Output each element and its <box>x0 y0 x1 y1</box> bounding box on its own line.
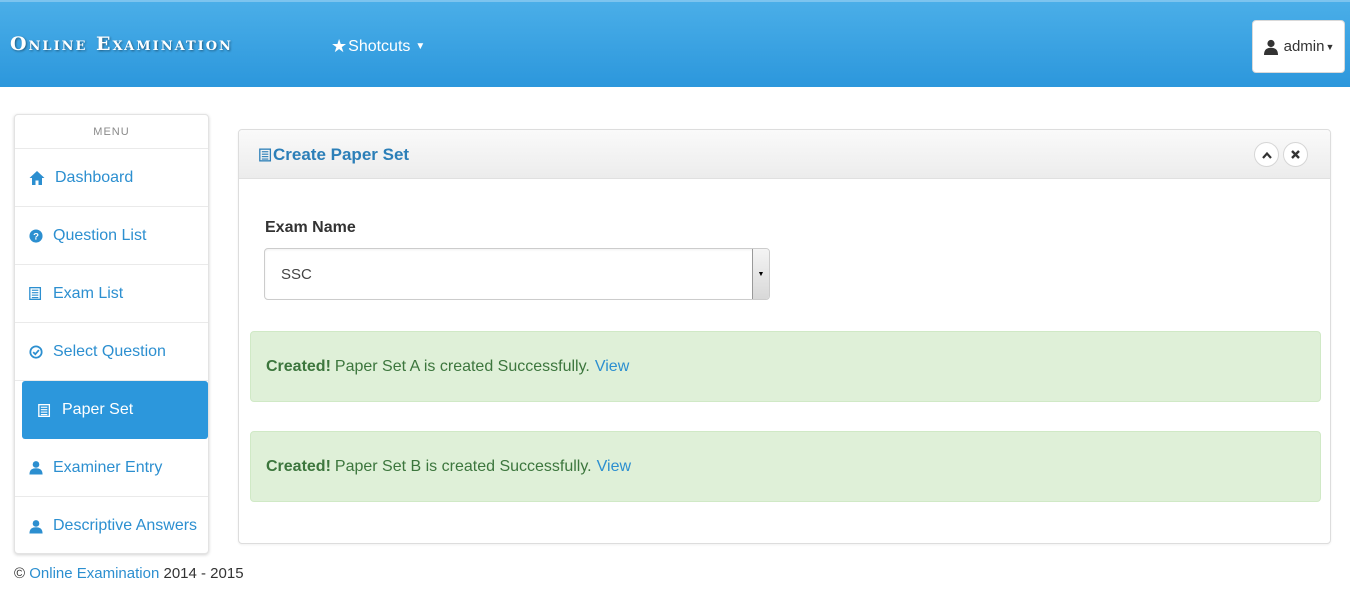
user-icon <box>29 461 43 475</box>
success-alert-b: Created! Paper Set B is created Successf… <box>250 431 1321 502</box>
exam-name-label: Exam Name <box>265 219 356 236</box>
check-circle-icon <box>29 344 43 359</box>
exam-name-select[interactable]: SSC ▼ <box>264 248 770 300</box>
app-brand[interactable]: Online Examination <box>10 33 233 55</box>
star-icon: ★ <box>331 36 348 56</box>
list-document-icon <box>38 403 51 417</box>
user-icon <box>1263 39 1278 55</box>
sidebar-item-examiner-entry[interactable]: Examiner Entry <box>15 439 208 497</box>
caret-down-icon: ▼ <box>1325 41 1335 52</box>
caret-down-icon: ▼ <box>415 41 426 52</box>
sidebar-item-exam-list[interactable]: Exam List <box>15 265 208 323</box>
panel-header: Create Paper Set <box>239 130 1330 179</box>
svg-text:?: ? <box>33 231 39 242</box>
panel-title-text: Create Paper Set <box>273 145 410 164</box>
sidebar-item-label: Question List <box>53 226 147 244</box>
footer-link[interactable]: Online Examination <box>29 565 159 582</box>
copyright-symbol: © <box>14 565 26 582</box>
sidebar-item-descriptive-answers[interactable]: Descriptive Answers <box>15 497 208 555</box>
alert-message: Paper Set B is created Successfully. <box>334 457 592 475</box>
sidebar-item-dashboard[interactable]: Dashboard <box>15 149 208 207</box>
chevron-up-icon <box>1261 151 1272 159</box>
user-icon <box>29 519 43 533</box>
create-paper-set-panel: Create Paper Set Exam Name SSC ▼ Created… <box>238 129 1331 544</box>
success-alert-a: Created! Paper Set A is created Successf… <box>250 331 1321 402</box>
user-menu-button[interactable]: admin ▼ <box>1252 20 1345 73</box>
list-document-icon <box>259 148 272 162</box>
list-document-icon <box>29 287 42 300</box>
sidebar-item-select-question[interactable]: Select Question <box>15 323 208 381</box>
close-icon <box>1291 150 1300 159</box>
question-circle-icon: ? <box>29 228 43 243</box>
shortcuts-dropdown[interactable]: ★ Shotcuts ▼ <box>331 36 425 57</box>
sidebar-item-label: Exam List <box>53 284 124 302</box>
sidebar-item-paper-set[interactable]: Paper Set <box>22 381 208 439</box>
sidebar-item-label: Examiner Entry <box>53 458 163 476</box>
sidebar-menu: MENU Dashboard ? Question List Exam List… <box>14 114 209 554</box>
alert-message: Paper Set A is created Successfully. <box>334 357 590 375</box>
home-icon <box>29 170 45 185</box>
sidebar-item-question-list[interactable]: ? Question List <box>15 207 208 265</box>
user-label: admin <box>1283 38 1325 55</box>
close-button[interactable] <box>1283 142 1308 167</box>
panel-title: Create Paper Set <box>259 145 409 165</box>
menu-header: MENU <box>15 115 208 149</box>
select-arrow-icon[interactable]: ▼ <box>752 249 769 299</box>
top-navbar: Online Examination ★ Shotcuts ▼ admin ▼ <box>0 0 1350 87</box>
shortcuts-label: Shotcuts <box>348 37 411 55</box>
sidebar-item-label: Paper Set <box>62 401 134 418</box>
collapse-button[interactable] <box>1254 142 1279 167</box>
view-link[interactable]: View <box>595 358 629 376</box>
sidebar-item-label: Select Question <box>53 342 166 360</box>
footer-years: 2014 - 2015 <box>163 565 244 582</box>
sidebar-item-label: Dashboard <box>55 168 134 186</box>
alert-strong: Created! <box>266 357 331 375</box>
footer: © Online Examination 2014 - 2015 <box>14 565 244 582</box>
exam-name-value: SSC <box>281 266 312 283</box>
alert-strong: Created! <box>266 457 331 475</box>
sidebar-item-label: Descriptive Answers <box>53 517 198 534</box>
view-link[interactable]: View <box>597 458 631 476</box>
